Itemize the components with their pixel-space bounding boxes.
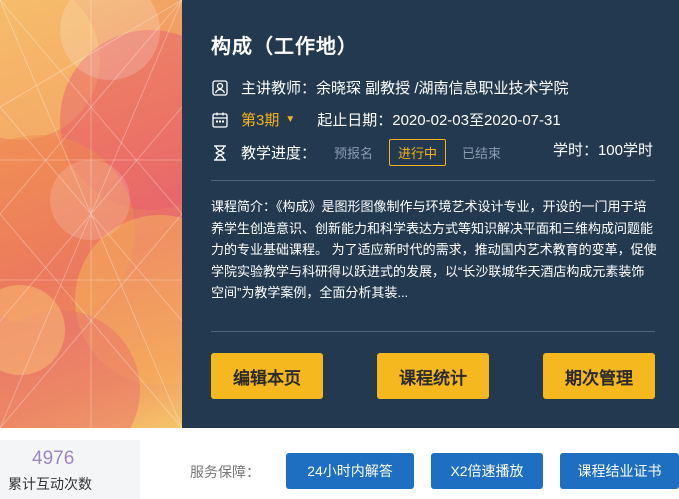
cover-pattern <box>0 0 182 428</box>
period-row: 第3期 ▼ 起止日期：2020-02-03至2020-07-31 <box>211 109 561 130</box>
interaction-count: 4976 <box>32 448 75 469</box>
interaction-count-label: 累计互动次数 <box>8 476 92 492</box>
stage-in-progress: 进行中 <box>389 139 447 166</box>
teacher-row: 主讲教师：余晓琛 副教授 /湖南信息职业技术学院 <box>211 77 569 98</box>
hourglass-icon <box>211 144 229 162</box>
stage-prereg: 预报名 <box>334 146 374 161</box>
edit-page-button[interactable]: 编辑本页 <box>211 353 323 399</box>
interaction-stat: 4976 累计互动次数 <box>0 440 140 499</box>
course-info: 构成（工作地） 主讲教师：余晓琛 副教授 /湖南信息职业技术学院 第3期 ▼ 起… <box>211 0 657 428</box>
progress-row: 教学进度： 预报名 进行中 已结束 学时：100学时 <box>211 139 657 166</box>
course-cover-image <box>0 0 182 428</box>
service-label: 服务保障： <box>190 464 260 480</box>
divider-bottom <box>211 331 655 332</box>
progress-label: 教学进度： <box>241 145 317 162</box>
course-hero: 构成（工作地） 主讲教师：余晓琛 副教授 /湖南信息职业技术学院 第3期 ▼ 起… <box>0 0 679 428</box>
service-certificate[interactable]: 课程结业证书 <box>560 453 679 489</box>
teacher-icon <box>211 79 229 97</box>
period-selector[interactable]: 第3期 ▼ <box>241 109 295 130</box>
period-manage-button[interactable]: 期次管理 <box>543 353 655 399</box>
caret-down-icon: ▼ <box>285 114 296 125</box>
calendar-icon <box>211 111 229 129</box>
course-title: 构成（工作地） <box>211 36 358 58</box>
course-intro: 课程简介：《构成》是图形图像制作与环境艺术设计专业，开设的一门用于培养学生创造意… <box>211 199 657 300</box>
stage-finished: 已结束 <box>462 146 502 161</box>
service-24h-answer[interactable]: 24小时内解答 <box>286 453 414 489</box>
course-stats-button[interactable]: 课程统计 <box>377 353 489 399</box>
period-selector-label: 第3期 <box>241 112 280 129</box>
course-dates: 起止日期：2020-02-03至2020-07-31 <box>317 112 561 129</box>
service-2x-playback[interactable]: X2倍速播放 <box>431 453 543 489</box>
teacher-text: 主讲教师：余晓琛 副教授 /湖南信息职业技术学院 <box>241 80 569 97</box>
course-hours: 学时：100学时 <box>552 142 653 159</box>
divider-top <box>211 180 655 181</box>
